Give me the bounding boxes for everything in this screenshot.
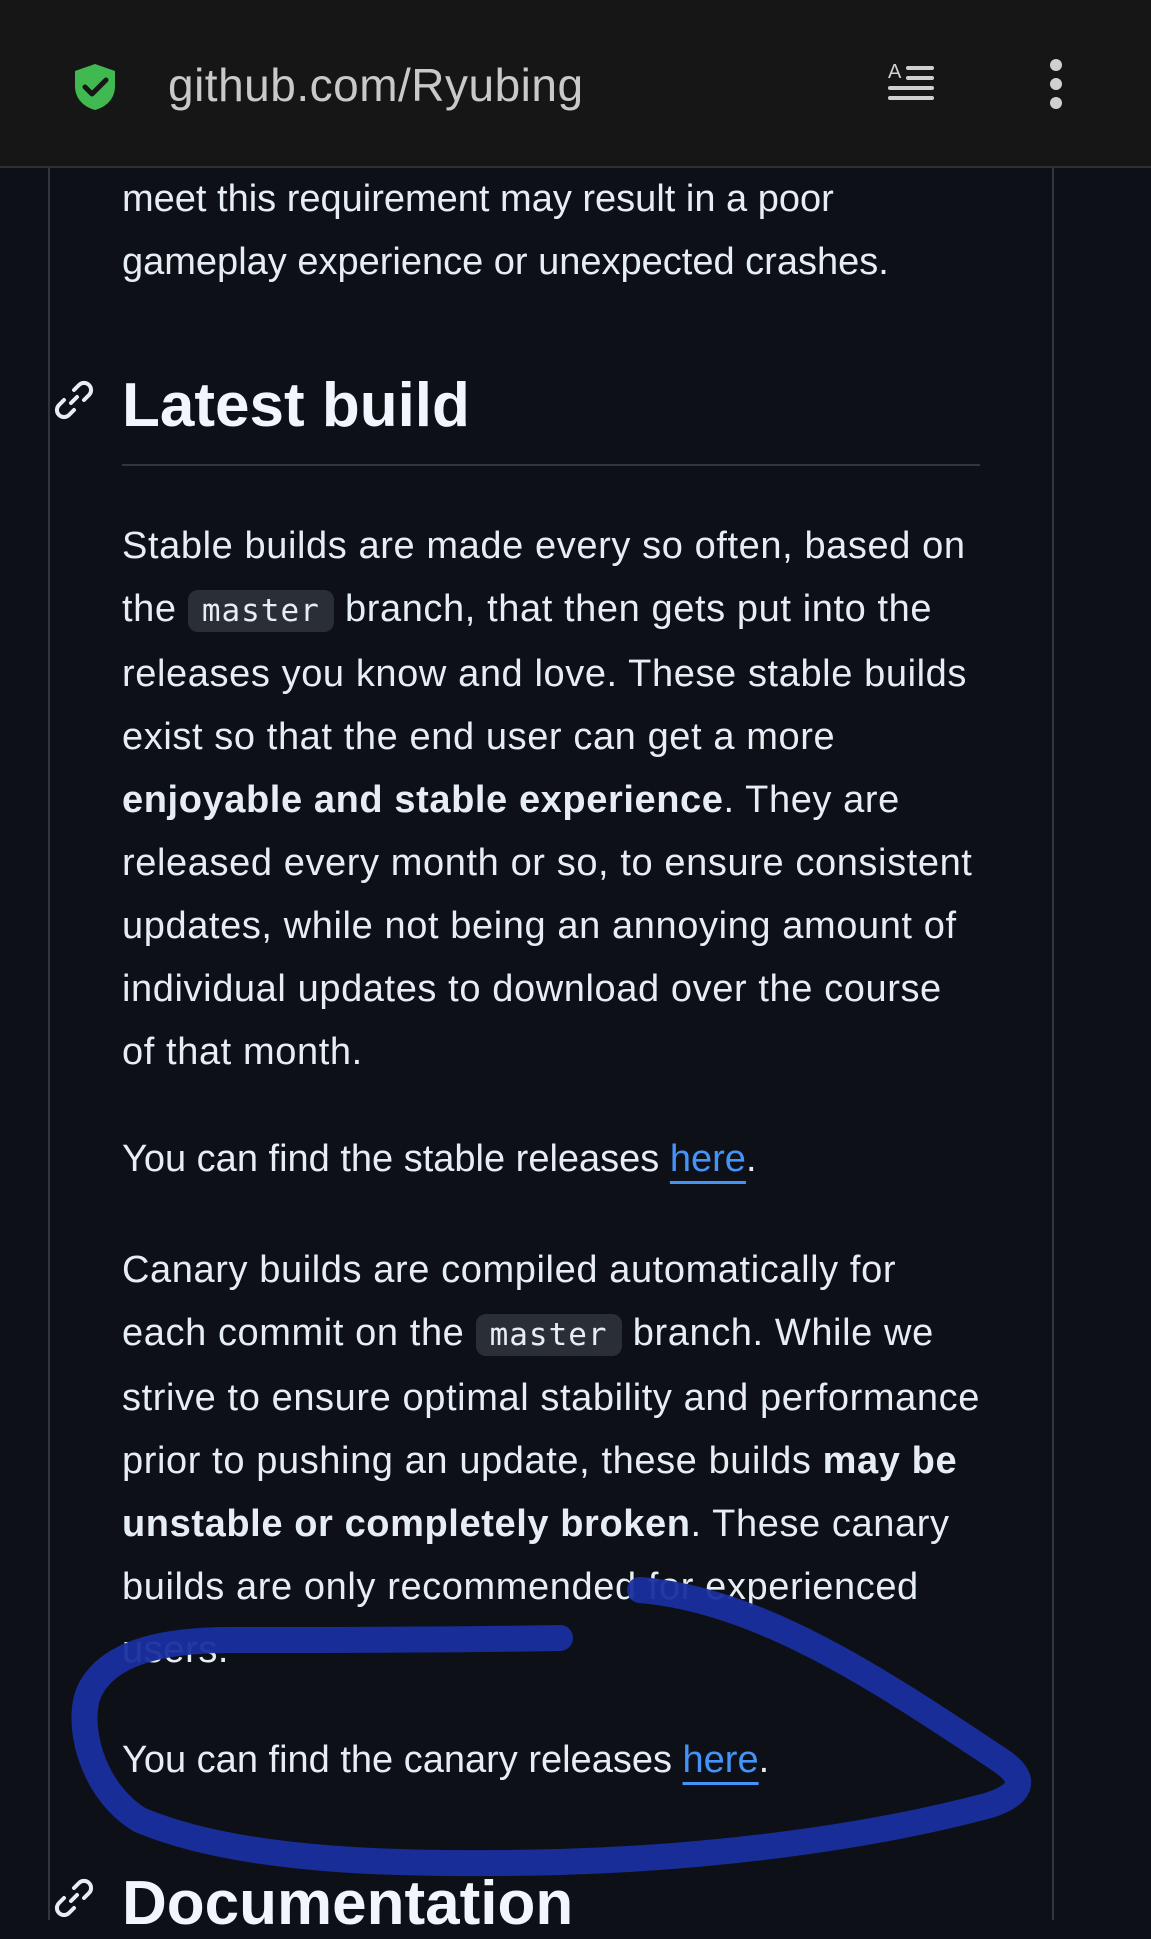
stable-releases-link[interactable]: here <box>670 1138 746 1180</box>
canary-releases-link[interactable]: here <box>683 1739 759 1781</box>
section-heading-latest-build: Latest build <box>122 371 470 440</box>
browser-toolbar: github.com/Ryubing A <box>0 0 1151 168</box>
stable-builds-paragraph: Stable builds are made every so often, b… <box>122 525 973 1073</box>
section-heading-documentation: Documentation <box>122 1869 574 1938</box>
intro-paragraph: meet this requirement may result in a po… <box>122 178 889 283</box>
heading-divider <box>122 464 980 466</box>
more-vert-icon[interactable] <box>1042 58 1070 110</box>
inline-code-master: master <box>187 590 334 632</box>
inline-code-master: master <box>475 1314 622 1356</box>
reader-mode-icon[interactable]: A <box>886 60 936 108</box>
anchor-link-icon[interactable] <box>52 378 96 422</box>
canary-builds-paragraph: Canary builds are compiled automatically… <box>122 1249 980 1671</box>
bold-text: enjoyable and stable experience <box>122 779 724 821</box>
anchor-link-icon[interactable] <box>52 1876 96 1920</box>
address-bar-url[interactable]: github.com/Ryubing <box>168 58 584 112</box>
canary-releases-line: You can find the canary releases here. <box>122 1739 770 1781</box>
stable-releases-line: You can find the stable releases here. <box>122 1138 757 1180</box>
svg-text:A: A <box>888 61 902 83</box>
shield-check-icon[interactable] <box>72 62 118 112</box>
